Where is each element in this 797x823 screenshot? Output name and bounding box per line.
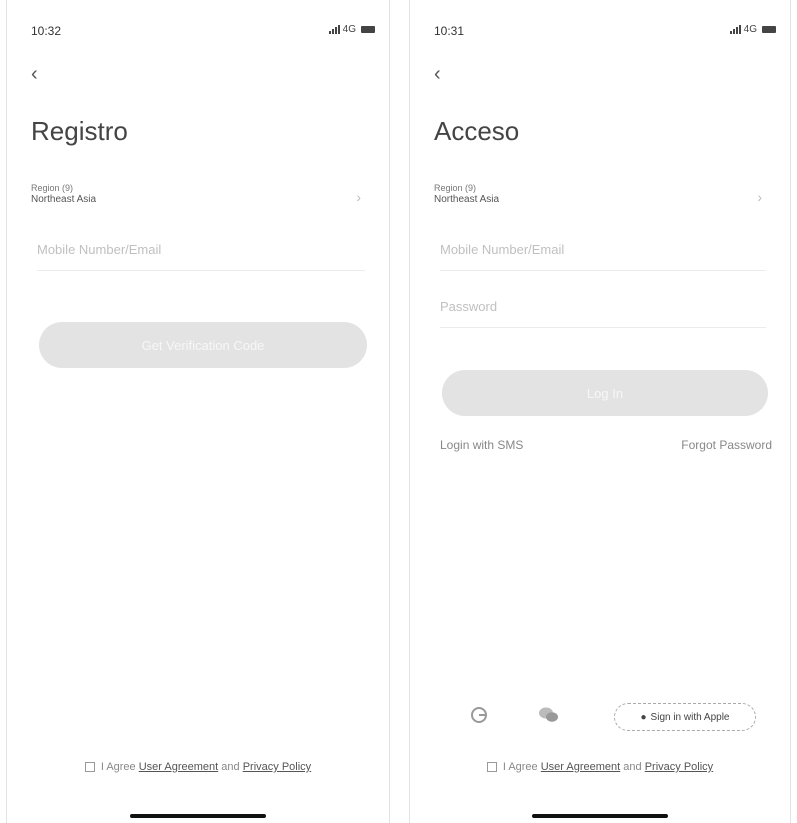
forgot-password-link[interactable]: Forgot Password [681, 438, 772, 452]
battery-icon [361, 26, 375, 33]
contact-field [440, 242, 766, 271]
network-type: 4G [342, 24, 356, 35]
status-icons: 4G [729, 24, 776, 35]
region-selector[interactable]: Region (9) Northeast Asia › [31, 183, 365, 215]
sign-in-with-apple-button[interactable]: ● Sign in with Apple [614, 703, 756, 731]
privacy-policy-link[interactable]: Privacy Policy [243, 761, 311, 773]
region-label: Region (9) [434, 183, 477, 193]
consent-prefix: I Agree [100, 761, 136, 773]
consent-and: and [221, 761, 240, 773]
status-icons: 4G [328, 24, 375, 35]
consent-checkbox[interactable] [486, 762, 497, 773]
region-label: Region (9) [31, 183, 74, 193]
apple-icon: ● [640, 711, 647, 723]
login-with-sms-link[interactable]: Login with SMS [440, 438, 523, 452]
login-screen: 10:31 4G ‹ Acceso Region (9) Northeast A… [409, 0, 791, 823]
status-time: 10:31 [434, 24, 465, 38]
consent-prefix: I Agree [502, 761, 538, 773]
signal-icon [328, 25, 340, 34]
page-title: Registro [31, 116, 128, 146]
region-value: Northeast Asia [434, 194, 500, 205]
signal-icon [729, 25, 741, 34]
region-value: Northeast Asia [31, 194, 97, 205]
contact-field [37, 242, 365, 271]
register-screen: 10:32 4G ‹ Registro Region (9) Northeast… [6, 0, 390, 823]
home-indicator [532, 814, 668, 818]
network-type: 4G [743, 24, 757, 35]
chevron-right-icon: › [757, 189, 762, 205]
battery-icon [762, 26, 776, 33]
page-title: Acceso [434, 116, 520, 146]
user-agreement-link[interactable]: User Agreement [541, 761, 620, 773]
region-selector[interactable]: Region (9) Northeast Asia › [434, 183, 766, 215]
get-verification-code-button[interactable]: Get Verification Code [39, 322, 367, 368]
password-field [440, 299, 766, 328]
consent-row: I Agree User Agreement and Privacy Polic… [7, 761, 389, 773]
consent-and: and [623, 761, 642, 773]
google-icon[interactable] [468, 704, 490, 726]
consent-checkbox[interactable] [84, 762, 95, 773]
consent-row: I Agree User Agreement and Privacy Polic… [410, 761, 790, 773]
status-time: 10:32 [31, 24, 62, 38]
apple-button-label: Sign in with Apple [650, 711, 730, 723]
back-arrow-icon[interactable]: ‹ [31, 63, 38, 86]
back-arrow-icon[interactable]: ‹ [434, 63, 441, 86]
login-button[interactable]: Log In [442, 370, 768, 416]
password-input[interactable] [440, 299, 766, 314]
contact-input[interactable] [440, 242, 766, 257]
wechat-icon[interactable] [538, 704, 560, 726]
privacy-policy-link[interactable]: Privacy Policy [645, 761, 713, 773]
user-agreement-link[interactable]: User Agreement [139, 761, 218, 773]
contact-input[interactable] [37, 242, 365, 257]
home-indicator [130, 814, 266, 818]
chevron-right-icon: › [356, 189, 361, 205]
